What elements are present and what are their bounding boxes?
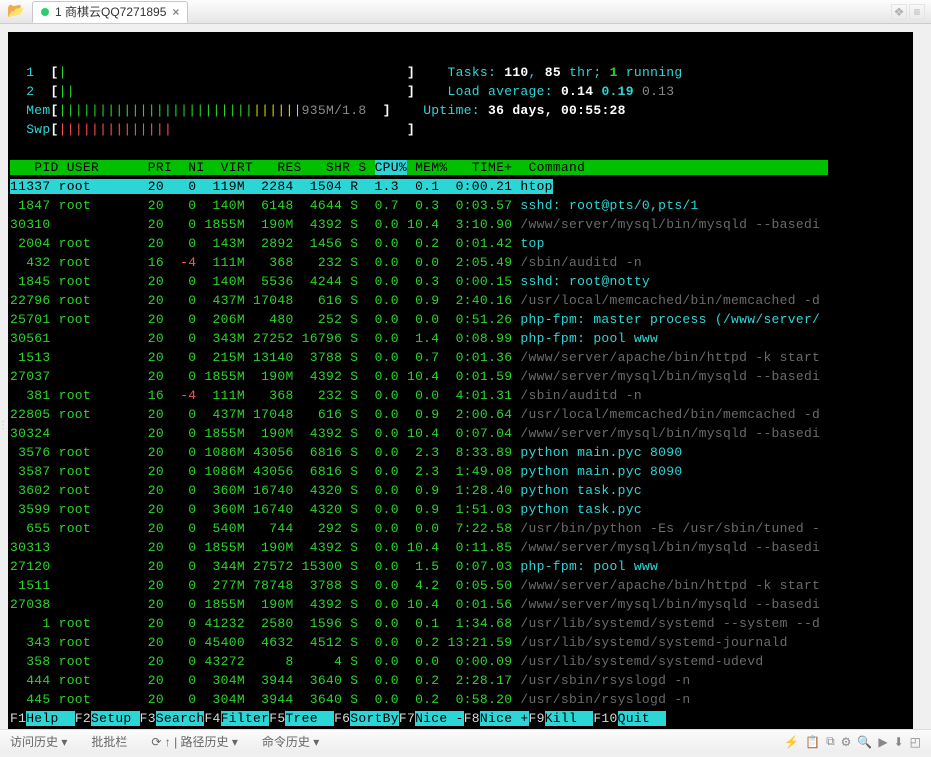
list-icon[interactable]: ≡: [909, 4, 925, 20]
close-icon[interactable]: ×: [172, 5, 179, 19]
status-icons: ⚡ 📋 ⧉ ⚙ 🔍 ▶ ⬇ ◰: [784, 734, 921, 749]
status-path[interactable]: ⟳ ↑ | 路径历史 ▾: [151, 733, 238, 750]
side-handle[interactable]: [0, 420, 6, 480]
clipboard-icon[interactable]: 📋: [805, 735, 820, 749]
search-icon[interactable]: 🔍: [857, 735, 872, 749]
open-folder-icon[interactable]: 📂: [6, 4, 26, 20]
terminal[interactable]: 1 [| ] Tasks: 110, 85 thr; 1 running 2 […: [8, 32, 913, 729]
play-icon[interactable]: ▶: [878, 735, 887, 749]
tab-title: 1 商棋云QQ7271895: [55, 3, 166, 20]
grid-icon[interactable]: ❖: [891, 4, 907, 20]
status-bar-label[interactable]: 批批栏: [91, 733, 127, 750]
window-icon[interactable]: ◰: [910, 735, 921, 749]
status-history[interactable]: 访问历史 ▾: [10, 733, 67, 750]
copy-icon[interactable]: ⧉: [826, 734, 835, 749]
title-tabs: 📂 1 商棋云QQ7271895 × ❖ ≡: [0, 0, 931, 24]
terminal-container: 1 [| ] Tasks: 110, 85 thr; 1 running 2 […: [0, 24, 931, 729]
bolt-icon[interactable]: ⚡: [784, 735, 799, 749]
gear-icon[interactable]: ⚙: [841, 735, 852, 749]
window-controls: ❖ ≡: [891, 4, 925, 20]
status-bar: 访问历史 ▾ 批批栏 ⟳ ↑ | 路径历史 ▾ 命令历史 ▾ ⚡ 📋 ⧉ ⚙ 🔍…: [0, 729, 931, 753]
tab-session-1[interactable]: 1 商棋云QQ7271895 ×: [32, 1, 188, 23]
status-dot-icon: [41, 8, 49, 16]
status-cmd[interactable]: 命令历史 ▾: [262, 733, 319, 750]
download-icon[interactable]: ⬇: [894, 735, 904, 749]
